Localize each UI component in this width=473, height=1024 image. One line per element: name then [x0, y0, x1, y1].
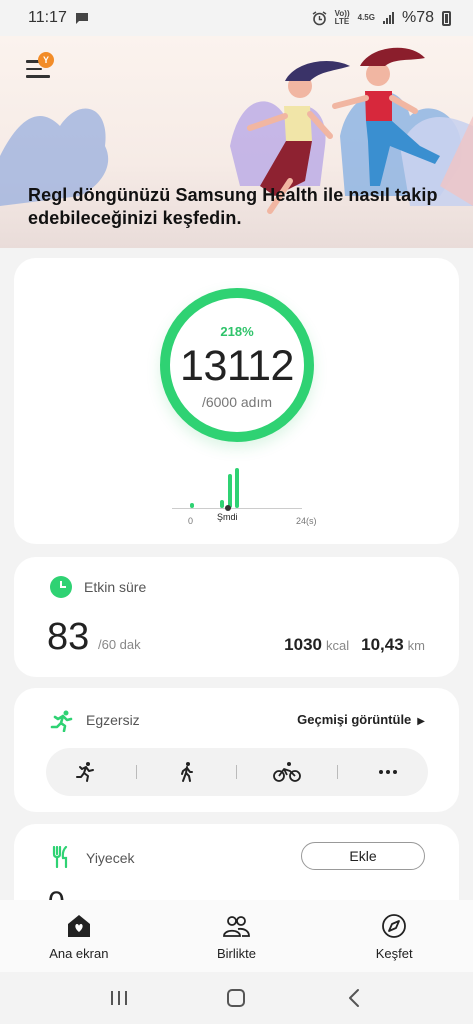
back-chevron-icon — [349, 989, 360, 1007]
compass-icon — [382, 914, 407, 938]
active-time-card[interactable]: Etkin süre 83 /60 dak 1030 kcal 10,43 km — [14, 557, 459, 677]
cycle-button[interactable] — [257, 752, 317, 792]
recent-apps-button[interactable] — [99, 983, 139, 1013]
hour-bar — [220, 500, 224, 508]
now-marker — [225, 505, 231, 511]
run-button[interactable] — [56, 752, 116, 792]
back-button[interactable] — [334, 983, 374, 1013]
message-icon — [75, 12, 88, 24]
notification-badge: Y — [38, 52, 54, 68]
period-tracking-banner[interactable]: Y Regl döngünüzü Samsung Health ile nası… — [0, 36, 473, 248]
status-bar: 11:17 Vo)) LTE 4.5G %78 — [0, 0, 473, 36]
walk-button[interactable] — [157, 752, 217, 792]
more-exercises-button[interactable] — [358, 752, 418, 792]
nav-together[interactable]: Birlikte — [166, 900, 306, 972]
walk-icon — [180, 762, 193, 782]
nav-together-label: Birlikte — [216, 946, 256, 961]
view-history-link[interactable]: Geçmişi görüntüle ▶ — [297, 712, 425, 727]
home-square-icon — [227, 989, 246, 1007]
banner-text: Regl döngünüzü Samsung Health ile nasıl … — [28, 185, 438, 228]
chart-end-label: 24(s) — [296, 516, 317, 526]
steps-percent: 218% — [220, 324, 254, 339]
battery-percent: %78 — [401, 9, 434, 26]
active-time-title: Etkin süre — [84, 579, 147, 595]
status-time: 11:17 — [28, 9, 67, 26]
calories-value: 1030 — [284, 635, 322, 654]
steps-goal: /6000 adım — [201, 394, 273, 410]
chart-start-label: 0 — [188, 516, 194, 526]
exercise-card[interactable]: Egzersiz Geçmişi görüntüle ▶ — [14, 688, 459, 812]
exercise-quick-start — [46, 748, 428, 796]
view-history-label: Geçmişi görüntüle — [297, 712, 412, 727]
calories-unit: kcal — [325, 638, 350, 653]
lte-label: LTE — [334, 17, 350, 26]
steps-value: 13112 — [180, 342, 294, 390]
nav-home-label: Ana ekran — [49, 946, 109, 961]
more-icon — [378, 770, 397, 774]
chart-axis — [172, 508, 302, 509]
steps-progress-ring: 218% 13112 /6000 adım — [160, 288, 314, 442]
active-metrics: 1030 kcal 10,43 km — [284, 635, 425, 655]
bicycle-icon — [273, 762, 302, 782]
active-time-goal: /60 dak — [98, 637, 141, 652]
add-food-button[interactable]: Ekle — [301, 842, 425, 870]
system-navigation-bar — [0, 972, 473, 1024]
distance-unit: km — [407, 638, 425, 653]
running-icon — [50, 710, 73, 732]
food-title: Yiyecek — [86, 850, 135, 866]
battery-icon — [442, 10, 451, 26]
people-icon — [223, 916, 251, 937]
home-button[interactable] — [216, 983, 256, 1013]
alarm-icon — [312, 10, 327, 25]
steps-hourly-chart: 0 Şmdi 24(s) — [172, 458, 317, 534]
distance-value: 10,43 — [361, 635, 404, 654]
exercise-title: Egzersiz — [86, 712, 140, 728]
signal-icon — [382, 12, 394, 24]
recent-apps-icon — [110, 991, 127, 1005]
nav-discover-label: Keşfet — [375, 946, 413, 961]
hour-bar — [228, 474, 232, 508]
run-icon — [75, 762, 94, 782]
bottom-navigation: Ana ekran Birlikte Keşfet — [0, 900, 473, 972]
network-label: 4.5G — [357, 13, 375, 22]
play-arrow-icon: ▶ — [417, 716, 425, 727]
nav-home[interactable]: Ana ekran — [9, 900, 149, 972]
clock-icon — [50, 576, 72, 598]
fork-knife-icon — [52, 846, 68, 868]
menu-button[interactable]: Y — [26, 52, 54, 80]
nav-discover[interactable]: Keşfet — [324, 900, 464, 972]
chart-now-label: Şmdi — [217, 512, 238, 522]
hour-bar — [235, 468, 239, 508]
steps-card[interactable]: 218% 13112 /6000 adım 0 Şmdi 24(s) — [14, 258, 459, 544]
home-heart-icon — [67, 915, 90, 937]
active-time-value: 83 — [47, 616, 90, 658]
